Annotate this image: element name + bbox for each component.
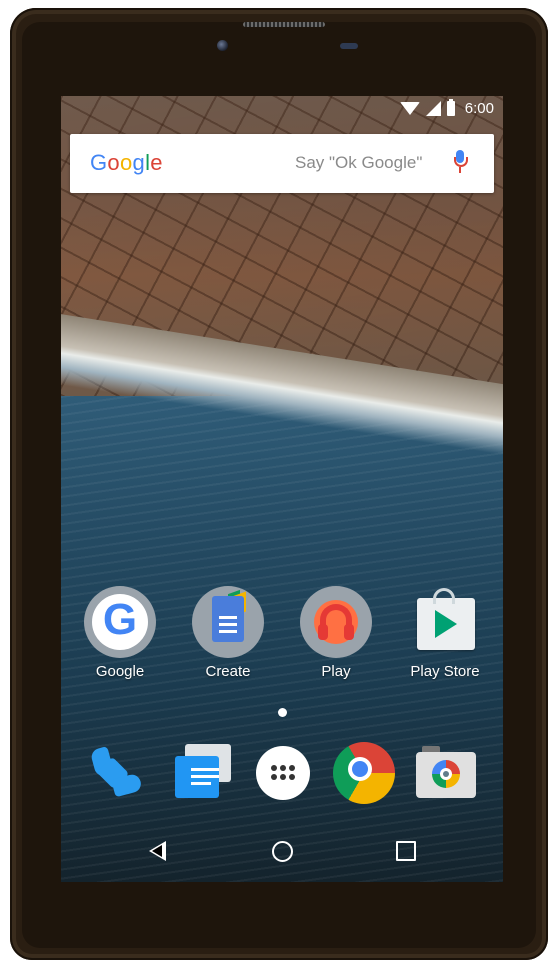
app-play[interactable]: Play [286, 586, 386, 680]
status-clock: 6:00 [464, 100, 494, 117]
app-label: Play [321, 663, 351, 680]
wifi-icon [400, 102, 420, 115]
camera-icon[interactable] [410, 738, 480, 808]
home-screen: H 6:00 Google Say "Ok Google" G Google [61, 96, 503, 882]
google-logo: Google [90, 150, 163, 175]
google-search-bar[interactable]: Google Say "Ok Google" [70, 134, 494, 193]
chrome-icon[interactable] [329, 738, 399, 808]
play-store-icon [409, 586, 481, 658]
app-google[interactable]: G Google [70, 586, 170, 680]
recents-icon[interactable] [396, 841, 416, 861]
status-bar[interactable]: H 6:00 [61, 96, 503, 122]
messages-icon[interactable] [167, 738, 237, 808]
app-label: Google [95, 663, 145, 680]
mic-icon[interactable] [454, 150, 468, 174]
proximity-sensor [340, 43, 358, 49]
page-indicator-dot [278, 708, 287, 717]
app-play-store[interactable]: Play Store [395, 586, 495, 680]
dock [61, 734, 503, 814]
home-app-row: G Google Create Play Play Store [61, 586, 503, 696]
app-create[interactable]: Create [178, 586, 278, 680]
front-camera [217, 40, 228, 51]
earpiece-speaker [243, 22, 325, 27]
search-hint: Say "Ok Google" [295, 153, 423, 172]
home-icon[interactable] [272, 841, 293, 862]
phone-icon[interactable] [81, 738, 151, 808]
app-label: Play Store [410, 663, 480, 680]
all-apps-icon[interactable] [248, 738, 318, 808]
navigation-bar [61, 822, 503, 882]
google-app-icon: G [84, 586, 156, 658]
back-icon[interactable] [149, 841, 166, 861]
play-music-icon [300, 586, 372, 658]
app-label: Create [205, 663, 251, 680]
create-docs-icon [192, 586, 264, 658]
signal-icon: H [426, 101, 441, 116]
battery-icon [447, 99, 455, 116]
